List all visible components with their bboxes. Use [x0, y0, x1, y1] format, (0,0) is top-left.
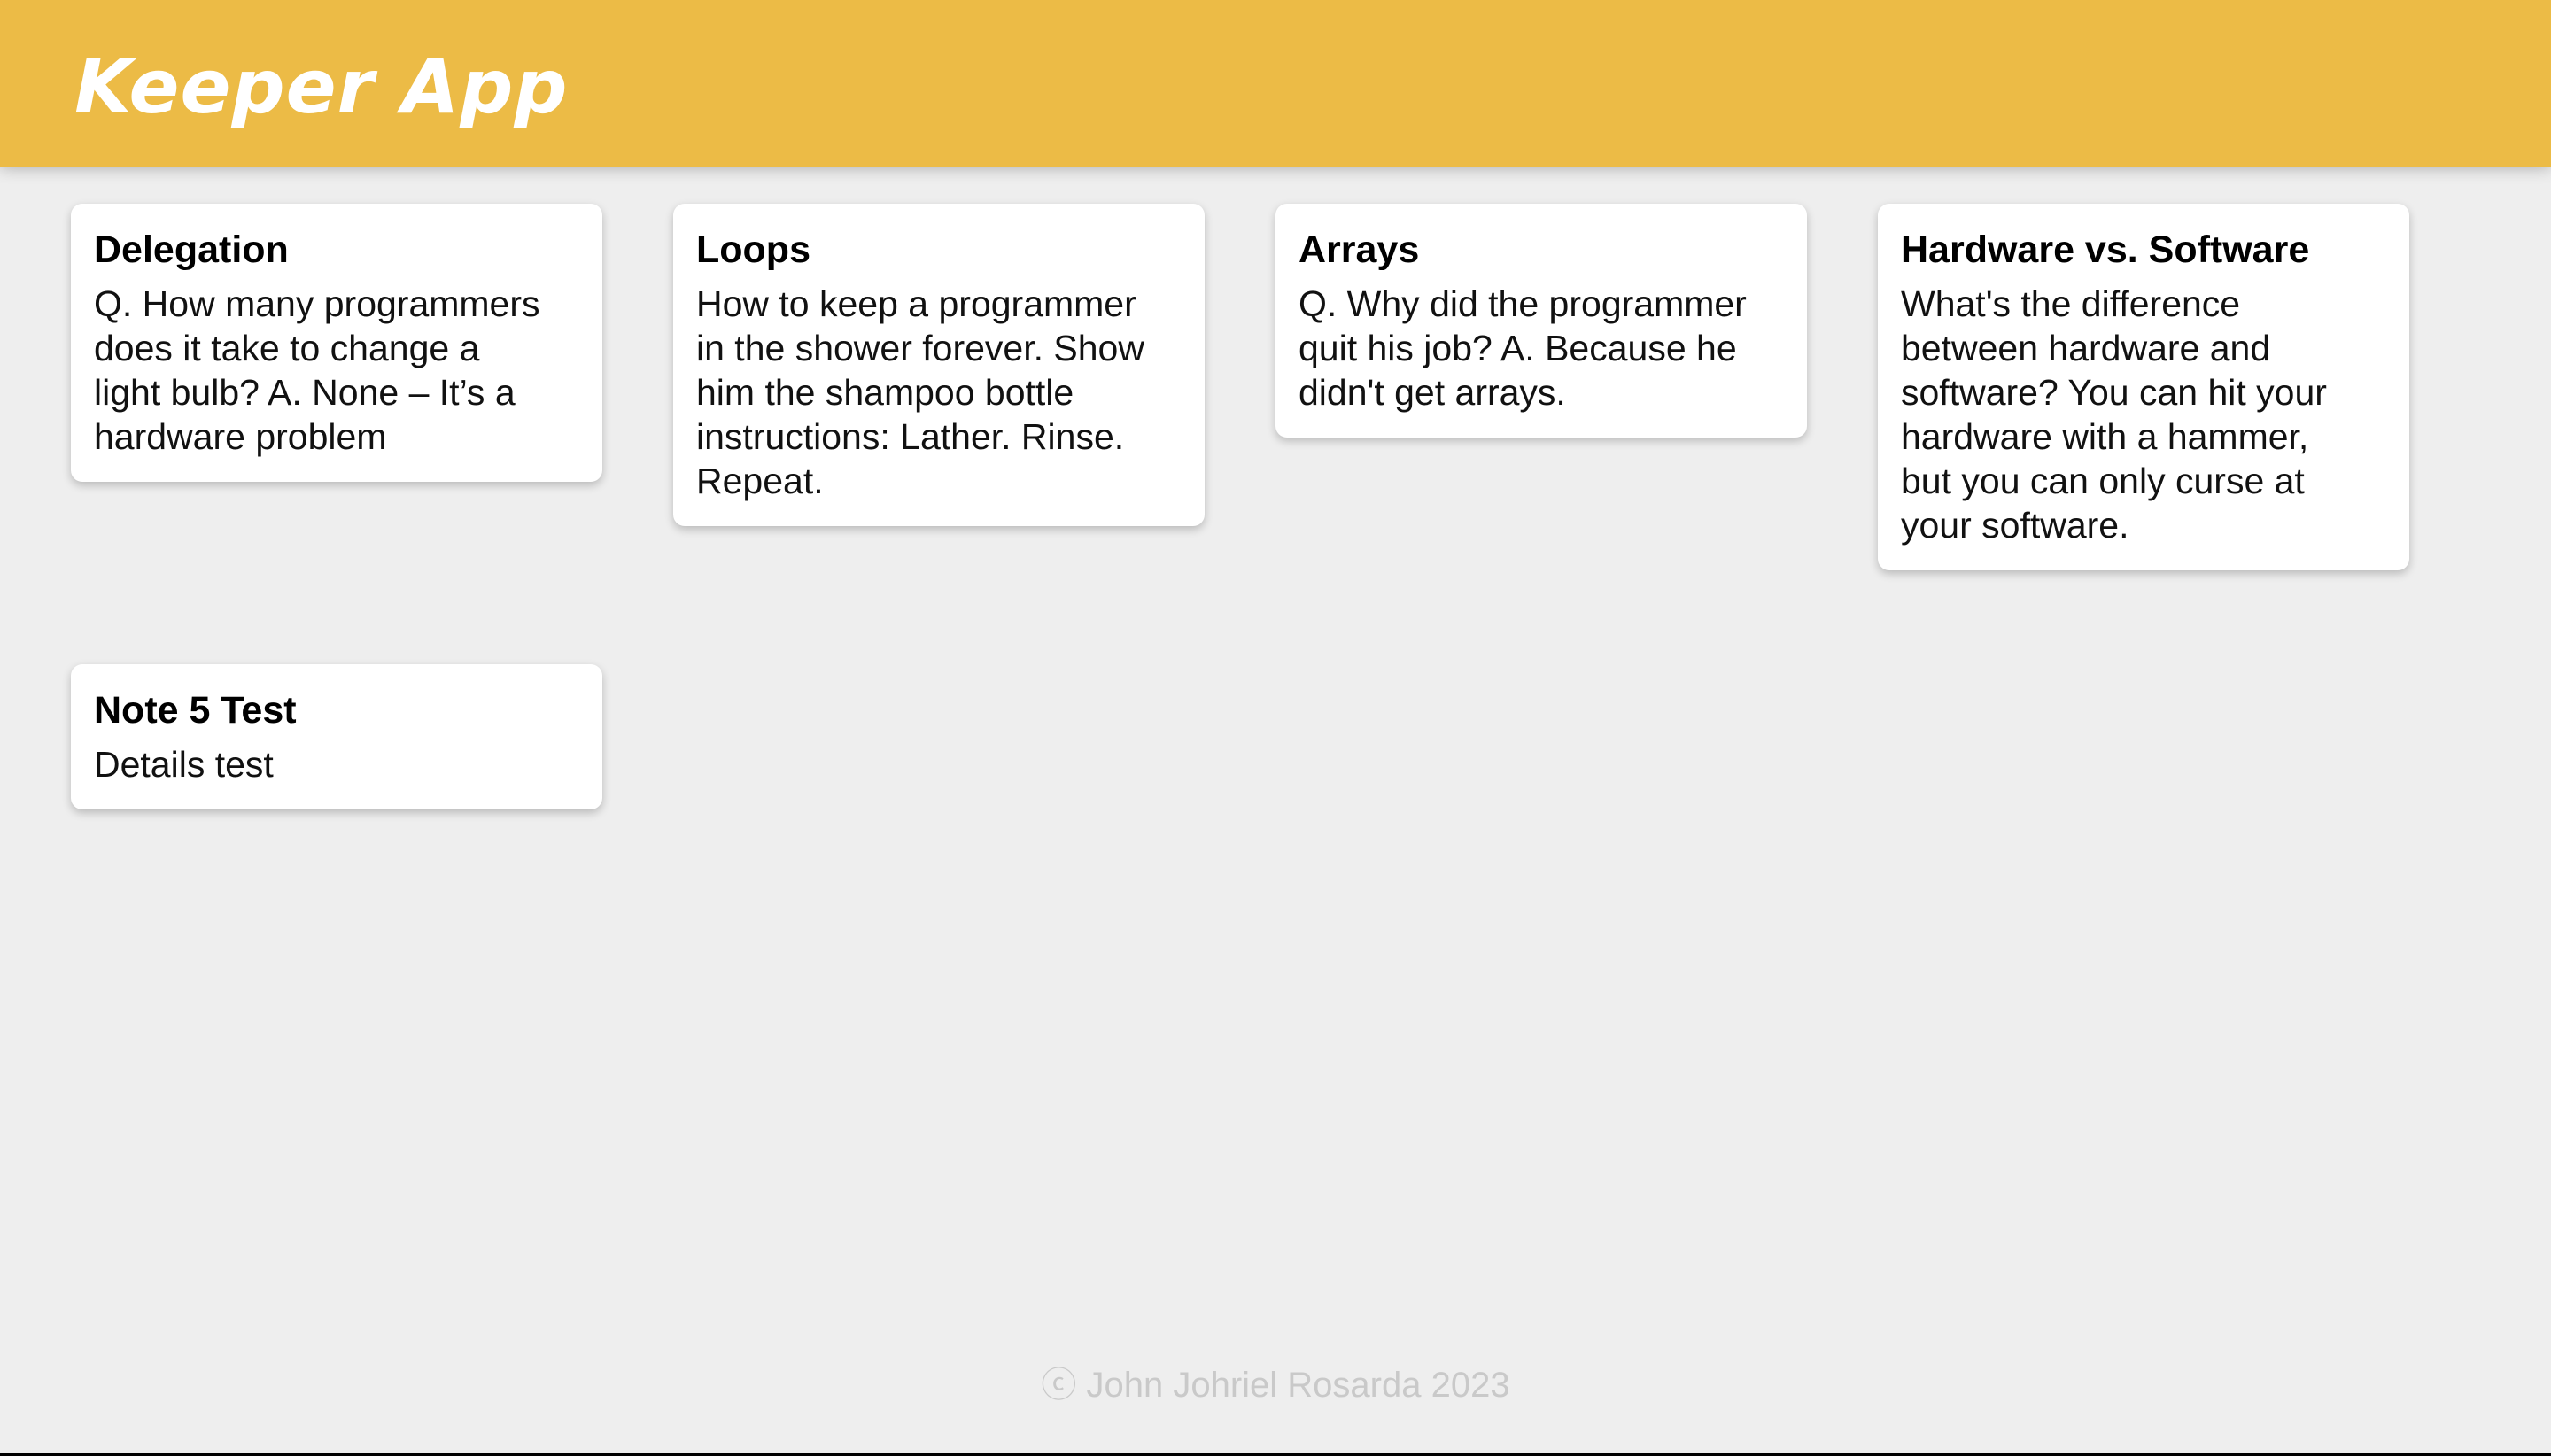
- note-content: Details test: [94, 744, 274, 785]
- app-title: Keeper App: [74, 43, 569, 130]
- note-card[interactable]: Hardware vs. Software What's the differe…: [1878, 204, 2409, 570]
- note-content: What's the difference between hardware a…: [1901, 283, 2327, 546]
- copyright-text: ⓒ John Johriel Rosarda 2023: [1041, 1366, 1510, 1405]
- note-title: Loops: [696, 228, 810, 271]
- note-card[interactable]: Note 5 Test Details test: [71, 664, 602, 809]
- note-title: Hardware vs. Software: [1901, 228, 2310, 271]
- note-title: Delegation: [94, 228, 289, 271]
- note-content: Q. Why did the programmer quit his job? …: [1299, 283, 1747, 413]
- note-card[interactable]: Delegation Q. How many programmers does …: [71, 204, 602, 482]
- note-card[interactable]: Loops How to keep a programmer in the sh…: [673, 204, 1205, 526]
- footer: ⓒ John Johriel Rosarda 2023: [0, 1360, 2551, 1410]
- note-content: Q. How many programmers does it take to …: [94, 283, 540, 457]
- note-card[interactable]: Arrays Q. Why did the programmer quit hi…: [1276, 204, 1807, 438]
- note-content: How to keep a programmer in the shower f…: [696, 283, 1144, 501]
- note-title: Arrays: [1299, 228, 1420, 271]
- note-title: Note 5 Test: [94, 689, 297, 732]
- app-header: Keeper App: [0, 0, 2551, 167]
